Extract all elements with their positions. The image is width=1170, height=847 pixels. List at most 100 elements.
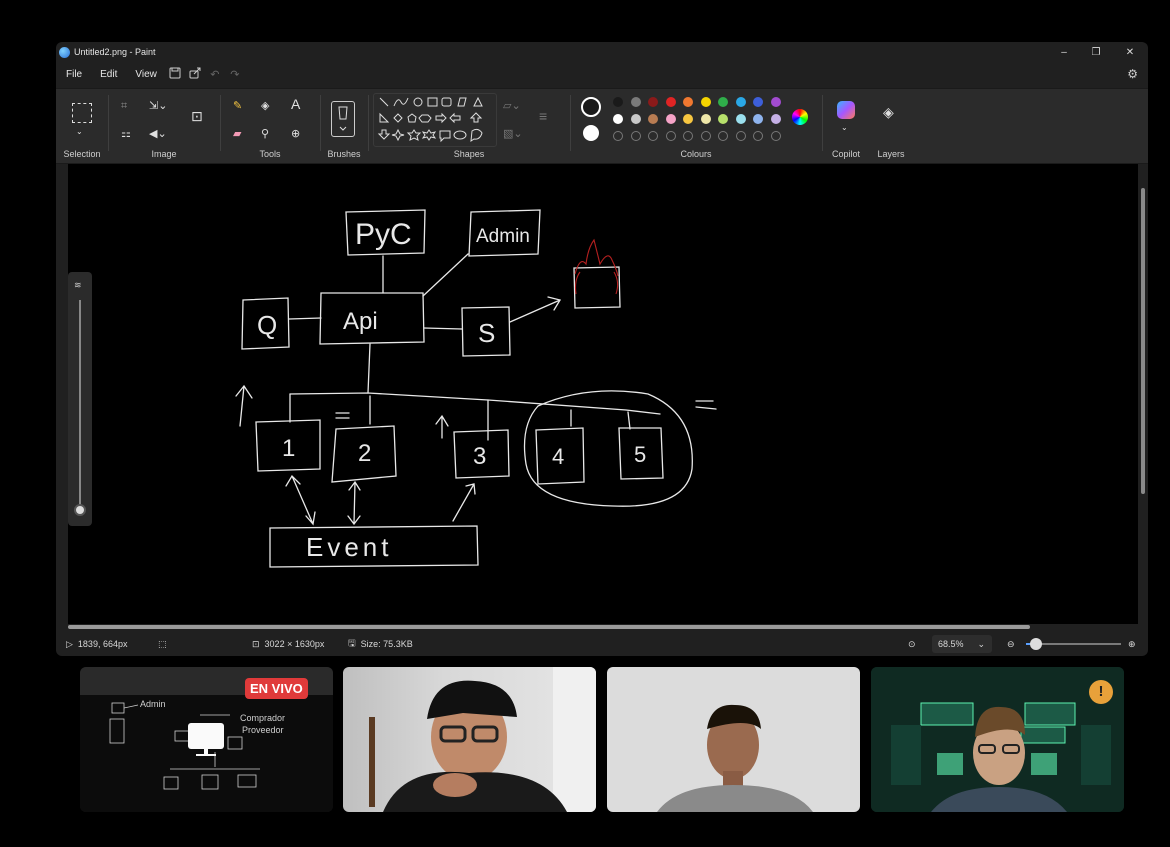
zoom-slider-handle[interactable] — [1029, 638, 1042, 650]
colour-swatch[interactable] — [683, 131, 693, 141]
zoom-track[interactable] — [79, 300, 81, 510]
group-label: Tools — [259, 149, 281, 159]
group-image: ⌗ ⇲⌄ ⊡ ⚏ ◀⌄ Image — [109, 89, 219, 163]
horizontal-scroll-thumb[interactable] — [68, 625, 1030, 629]
group-copilot: ⌄ Copilot — [823, 89, 869, 163]
gear-icon[interactable]: ⚙ — [1127, 67, 1138, 81]
colour-swatch[interactable] — [665, 131, 676, 141]
colour-swatch[interactable] — [770, 97, 781, 107]
colour-swatch[interactable] — [735, 114, 746, 124]
zoom-select[interactable]: 68.5% ⌄ — [932, 635, 992, 653]
colour-swatch[interactable] — [648, 131, 658, 141]
drawing-canvas[interactable]: PyC Admin Q Api S 1 2 3 4 5 Event — [68, 164, 1138, 624]
colour-swatch[interactable] — [648, 97, 658, 107]
colour-swatch[interactable] — [665, 97, 676, 107]
colour-swatch[interactable] — [648, 114, 658, 124]
minimize-button[interactable]: – — [1048, 42, 1080, 62]
colour-swatch[interactable] — [700, 131, 711, 141]
colour-swatch[interactable] — [753, 114, 763, 124]
colour-swatch[interactable] — [613, 114, 623, 124]
pencil-icon[interactable]: ✎ — [233, 99, 242, 113]
text-tool-icon[interactable]: A — [291, 97, 300, 111]
group-tools: ✎ ◈ A ▰ ⚲ ⊕ Tools — [221, 89, 319, 163]
colour-swatch[interactable] — [770, 114, 781, 124]
colour-swatch[interactable] — [735, 131, 746, 141]
save-icon[interactable] — [165, 67, 185, 82]
thumb-label-admin: Admin — [140, 699, 166, 709]
layers-icon[interactable]: ◈ — [883, 105, 894, 119]
image-select-icon[interactable]: ⊡ — [191, 109, 203, 123]
chevron-down-icon[interactable]: ⌄ — [841, 121, 848, 135]
warning-icon[interactable]: ! — [1089, 680, 1113, 704]
shapes-gallery[interactable] — [373, 93, 497, 147]
background-removal-icon[interactable]: ⚏ — [121, 127, 131, 141]
colour-swatch[interactable] — [665, 114, 676, 124]
menu-file[interactable]: File — [66, 69, 82, 80]
vertical-scrollbar[interactable] — [1140, 168, 1146, 620]
resize-icon[interactable]: ⇲⌄ — [149, 99, 167, 113]
redo-icon[interactable]: ↷ — [225, 68, 245, 81]
horizontal-scrollbar[interactable] — [60, 624, 1136, 630]
colour-swatch[interactable] — [613, 97, 623, 107]
colour-swatch[interactable] — [718, 114, 728, 124]
label-admin: Admin — [476, 226, 530, 247]
live-badge: EN VIVO — [245, 678, 308, 699]
window-title: Untitled2.png - Paint — [74, 47, 156, 57]
magnifier-icon[interactable]: ⊕ — [291, 127, 300, 141]
select-rectangle-icon[interactable] — [72, 103, 92, 123]
edit-colours-icon[interactable] — [792, 109, 808, 125]
copilot-icon[interactable] — [837, 101, 855, 119]
file-size: 🖫 Size: 75.3KB — [348, 632, 413, 656]
file-size-value: Size: 75.3KB — [360, 639, 413, 649]
zoom-slider[interactable] — [1026, 632, 1121, 656]
zoom-in-icon[interactable]: ⊕ — [1128, 632, 1136, 656]
menu-edit[interactable]: Edit — [100, 69, 117, 80]
brush-icon[interactable] — [331, 101, 355, 137]
colour-swatch[interactable] — [718, 131, 728, 141]
share-icon[interactable] — [185, 67, 205, 82]
maximize-button[interactable]: ❐ — [1080, 42, 1112, 62]
participant-tile-2[interactable] — [607, 667, 860, 812]
fit-icon[interactable]: ≋ — [74, 280, 82, 291]
close-button[interactable]: ✕ — [1114, 42, 1146, 62]
group-shapes: ▱⌄ ▧⌄ ≡ Shapes — [369, 89, 569, 163]
colour-swatch[interactable] — [630, 114, 641, 124]
colour-swatch[interactable] — [770, 131, 781, 141]
status-bar: ▷ 1839, 664px ⬚ ⊡ 3022 × 1630px 🖫 Size: … — [56, 632, 1148, 656]
colour-swatch[interactable] — [700, 97, 711, 107]
crop-icon[interactable]: ⌗ — [121, 99, 127, 113]
outline-icon[interactable]: ▱⌄ — [503, 99, 521, 113]
colour-swatch[interactable] — [683, 114, 693, 124]
chevron-down-icon[interactable]: ⌄ — [76, 125, 83, 139]
fit-to-window-icon[interactable]: ⊙ — [908, 632, 916, 656]
colour-swatch[interactable] — [700, 114, 711, 124]
secondary-colour[interactable] — [583, 125, 599, 141]
eraser-icon[interactable]: ▰ — [233, 127, 241, 141]
color-picker-icon[interactable]: ⚲ — [261, 127, 269, 141]
zoom-handle[interactable] — [74, 504, 86, 516]
colour-swatch[interactable] — [753, 131, 763, 141]
colour-swatch[interactable] — [613, 131, 623, 141]
undo-icon[interactable]: ↶ — [205, 68, 225, 81]
colour-swatch[interactable] — [753, 97, 763, 107]
canvas-size: ⊡ 3022 × 1630px — [252, 632, 324, 656]
vertical-scroll-thumb[interactable] — [1141, 188, 1145, 494]
colour-swatch[interactable] — [630, 131, 641, 141]
fill-icon[interactable]: ◈ — [261, 99, 269, 113]
menu-view[interactable]: View — [135, 69, 157, 80]
colour-swatch[interactable] — [735, 97, 746, 107]
stroke-size-icon[interactable]: ≡ — [539, 109, 547, 123]
group-label: Shapes — [453, 149, 485, 159]
colour-swatch[interactable] — [718, 97, 728, 107]
zoom-out-icon[interactable]: ⊖ — [1007, 632, 1015, 656]
group-label: Copilot — [831, 149, 860, 159]
primary-colour[interactable] — [581, 97, 601, 117]
shape-fill-icon[interactable]: ▧⌄ — [503, 127, 523, 141]
colour-swatch[interactable] — [683, 97, 693, 107]
label-api: Api — [343, 308, 378, 335]
rotate-icon[interactable]: ◀⌄ — [149, 127, 167, 141]
canvas-size-icon: ⊡ — [252, 638, 260, 649]
colour-swatch[interactable] — [630, 97, 641, 107]
participant-tile-3[interactable] — [871, 667, 1124, 812]
participant-tile-1[interactable] — [343, 667, 596, 812]
